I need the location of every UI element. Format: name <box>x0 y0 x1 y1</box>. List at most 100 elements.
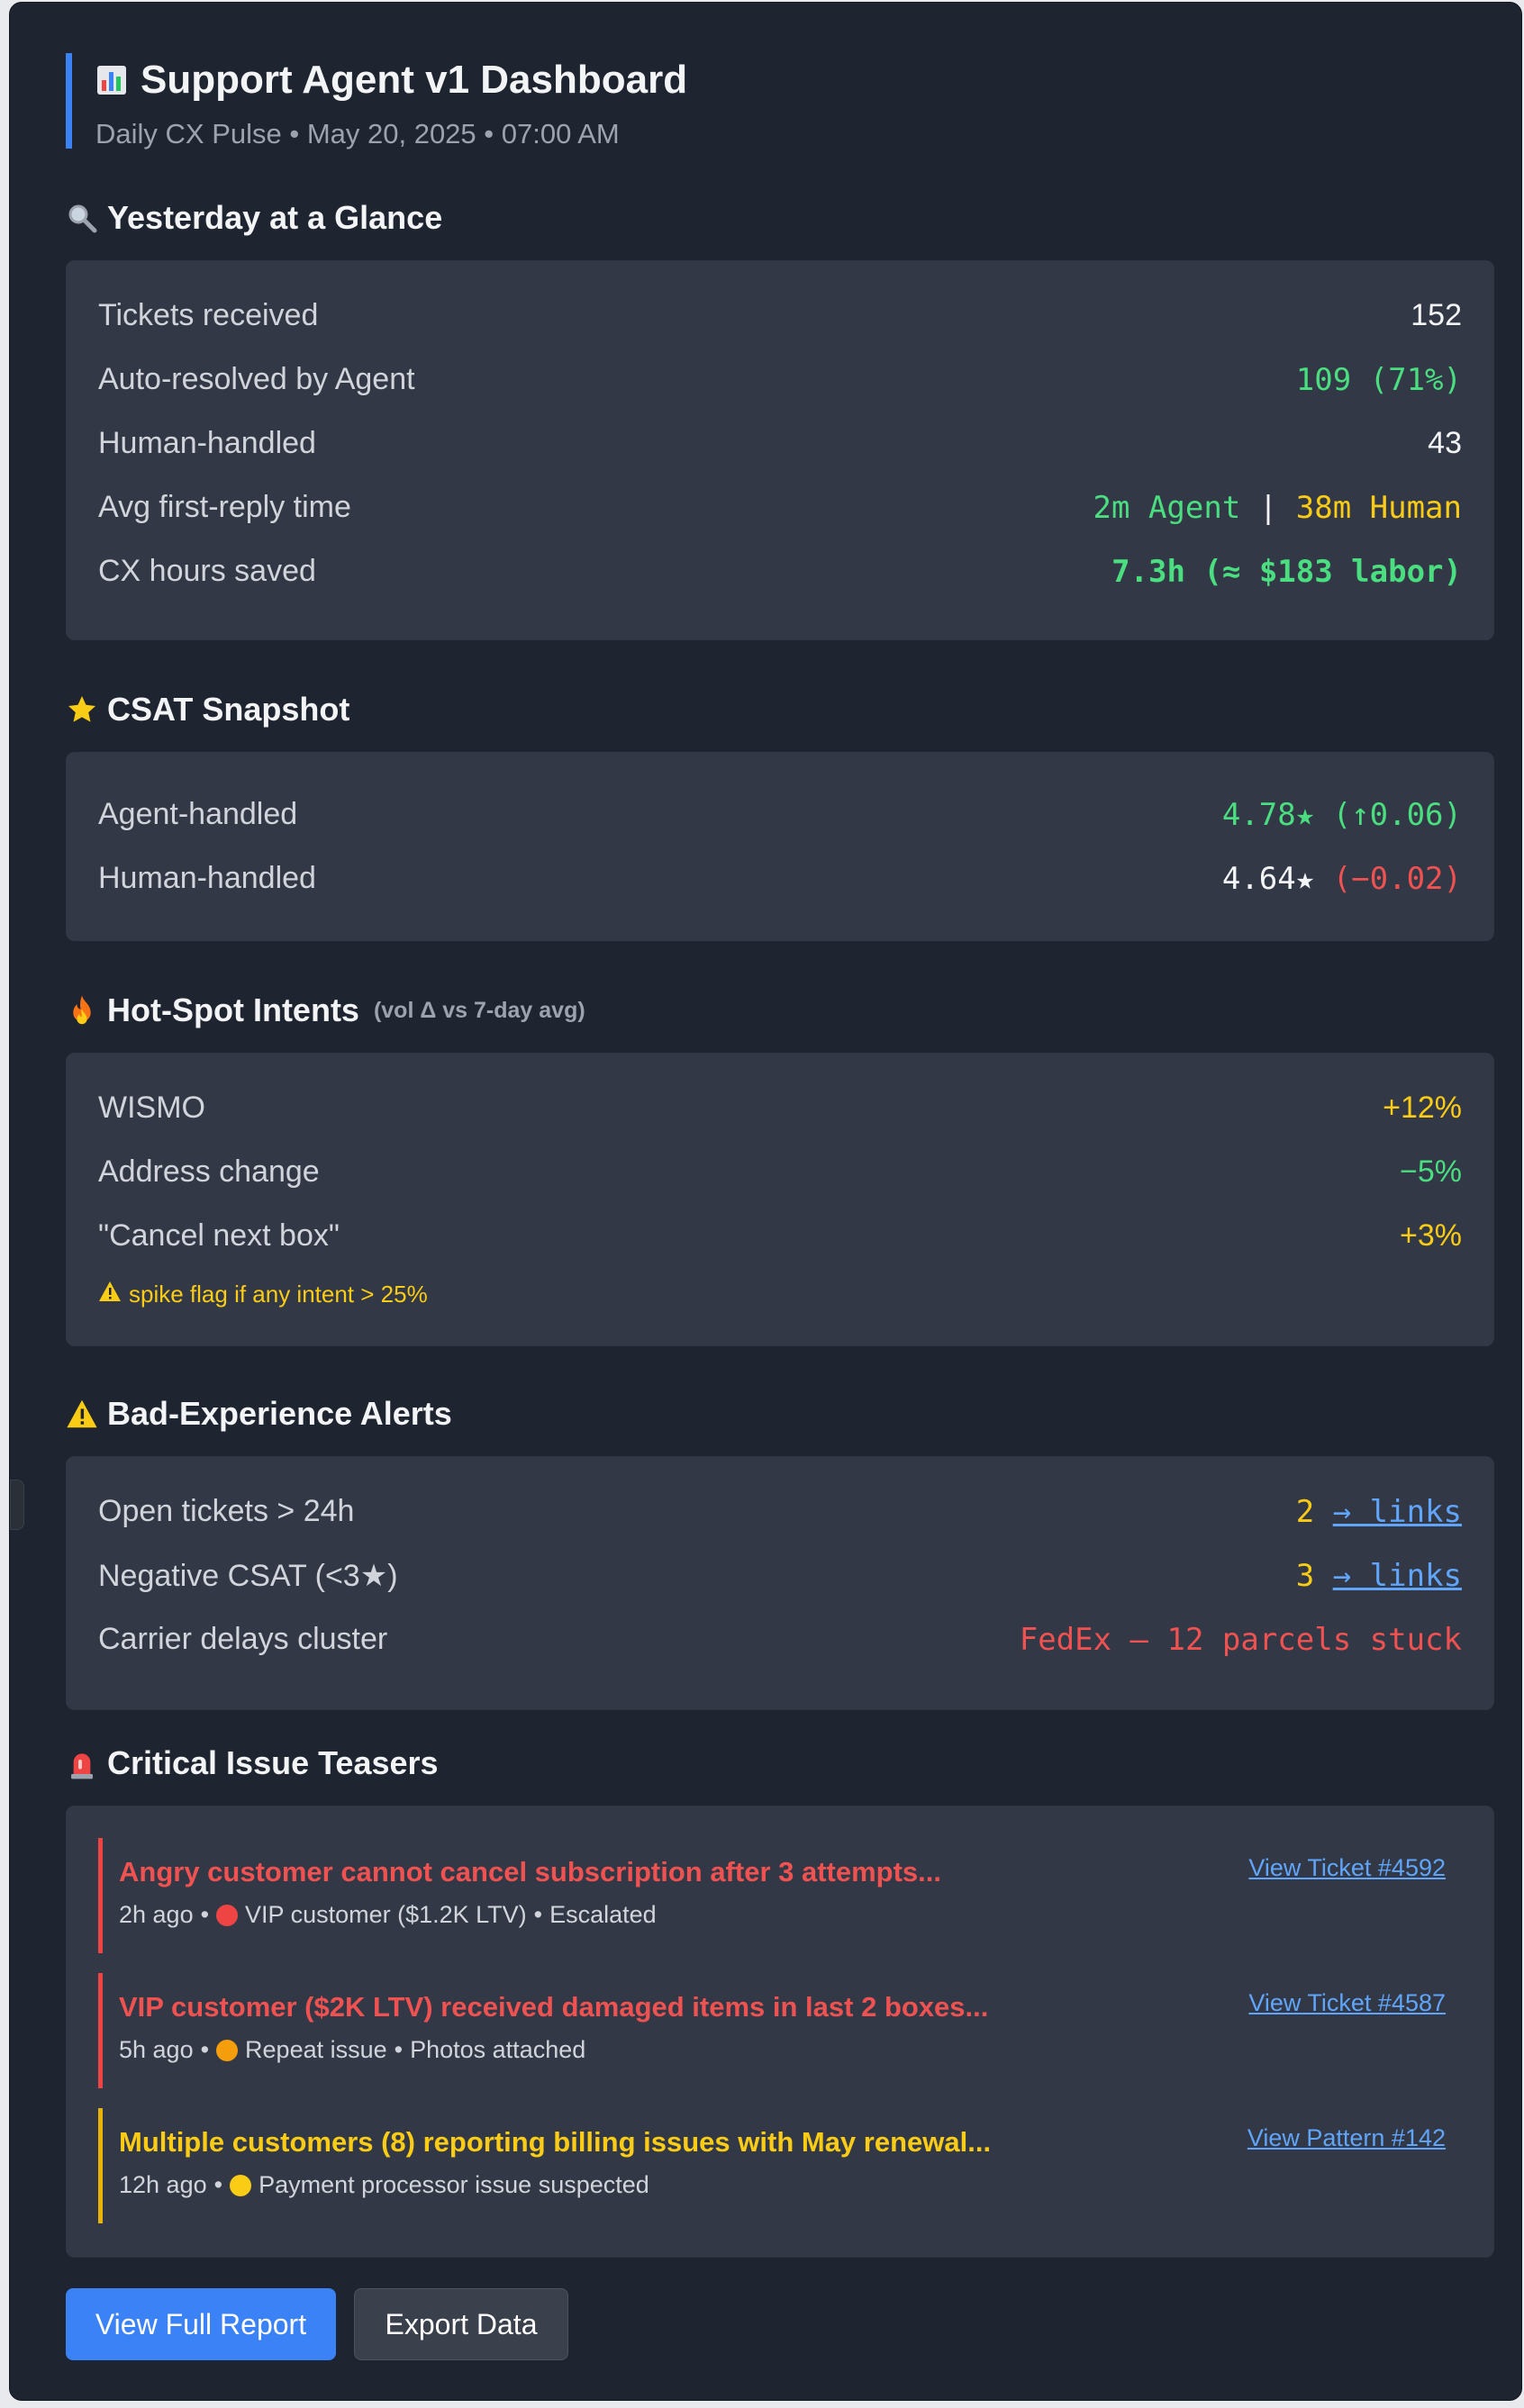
hotspot-label: Address change <box>98 1154 320 1189</box>
hotspot-title-text: Hot-Spot Intents <box>107 991 359 1028</box>
glance-card: Tickets received 152 Auto-resolved by Ag… <box>66 260 1494 640</box>
bullet-separator: • <box>533 1901 543 1928</box>
hotspot-value: −5% <box>1400 1154 1462 1189</box>
page-header: Support Agent v1 Dashboard Daily CX Puls… <box>66 53 1147 149</box>
alerts-label: Negative CSAT (<3★) <box>98 1558 398 1593</box>
fire-icon <box>66 994 98 1027</box>
hotspot-section-title: Hot-Spot Intents (vol Δ vs 7-day avg) <box>66 991 585 1029</box>
alerts-section-title: Bad-Experience Alerts <box>66 1395 452 1433</box>
red-circle-icon <box>216 1904 239 1926</box>
critical-section-title: Critical Issue Teasers <box>66 1744 439 1782</box>
critical-teaser: VIP customer ($2K LTV) received damaged … <box>98 1973 1462 2088</box>
alerts-value: 2 → links <box>1296 1494 1462 1530</box>
csat-delta: (−0.02) <box>1332 860 1462 897</box>
glance-row-hours-saved: CX hours saved 7.3h (≈ $183 labor) <box>98 539 1462 603</box>
bar-chart-icon <box>95 64 128 96</box>
alerts-value: FedEx — 12 parcels stuck <box>1019 1621 1462 1658</box>
glance-label: Avg first-reply time <box>98 490 351 524</box>
bullet-separator: • <box>200 2036 210 2063</box>
siren-icon <box>66 1747 98 1779</box>
alerts-count: 3 <box>1295 1557 1315 1594</box>
critical-title-text: Critical Issue Teasers <box>107 1744 439 1781</box>
page-title-text: Support Agent v1 Dashboard <box>141 58 688 102</box>
teaser-meta: 5h ago • Repeat issue • Photos attached <box>119 2036 1462 2064</box>
bullet-separator: • <box>394 2036 404 2063</box>
human-reply-time: 38m Human <box>1295 489 1462 526</box>
teaser-time: 5h ago <box>119 2036 194 2063</box>
glance-section-title: Yesterday at a Glance <box>66 199 442 237</box>
export-data-button[interactable]: Export Data <box>354 2288 568 2360</box>
alerts-value: 3 → links <box>1296 1558 1462 1594</box>
teaser-time: 12h ago <box>119 2171 207 2198</box>
alerts-count: 2 <box>1295 1493 1315 1530</box>
yellow-circle-icon <box>230 2174 252 2196</box>
bullet-separator: • <box>200 1901 210 1928</box>
csat-score: 4.78★ <box>1221 796 1315 833</box>
glance-title-text: Yesterday at a Glance <box>107 199 443 236</box>
csat-section-title: CSAT Snapshot <box>66 691 349 729</box>
critical-teaser: Multiple customers (8) reporting billing… <box>98 2108 1462 2223</box>
orange-circle-icon <box>216 2039 239 2061</box>
dashboard-window: Support Agent v1 Dashboard Daily CX Puls… <box>9 2 1522 2401</box>
agent-reply-time: 2m Agent <box>1093 489 1241 526</box>
alerts-title-text: Bad-Experience Alerts <box>107 1395 452 1432</box>
teaser-extra: Photos attached <box>410 2036 586 2063</box>
spike-flag-note: spike flag if any intent > 25% <box>98 1281 1462 1308</box>
bullet-separator: • <box>213 2171 223 2198</box>
view-ticket-link[interactable]: View Ticket #4592 <box>1248 1854 1446 1882</box>
reply-time-separator: | <box>1258 489 1278 526</box>
glance-value: 2m Agent | 38m Human <box>1093 490 1462 526</box>
hotspot-value: +12% <box>1383 1091 1462 1125</box>
teaser-meta: 12h ago • Payment processor issue suspec… <box>119 2171 1462 2199</box>
teaser-extra: Escalated <box>549 1901 657 1928</box>
hotspot-card: WISMO +12% Address change −5% "Cancel ne… <box>66 1053 1494 1346</box>
glance-label: Human-handled <box>98 426 316 460</box>
critical-teaser: Angry customer cannot cancel subscriptio… <box>98 1838 1462 1953</box>
glance-row-first-reply: Avg first-reply time 2m Agent | 38m Huma… <box>98 475 1462 539</box>
hotspot-row-address-change: Address change −5% <box>98 1140 1462 1204</box>
csat-value: 4.78★ (↑0.06) <box>1222 797 1462 833</box>
glance-label: Tickets received <box>98 298 319 332</box>
glance-value: 43 <box>1428 426 1462 460</box>
warning-icon <box>98 1281 122 1308</box>
hotspot-row-cancel-box: "Cancel next box" +3% <box>98 1204 1462 1268</box>
view-pattern-link[interactable]: View Pattern #142 <box>1247 2124 1446 2152</box>
csat-row-human: Human-handled 4.64★ (−0.02) <box>98 846 1462 910</box>
glance-row-human-handled: Human-handled 43 <box>98 412 1462 475</box>
page-subtitle: Daily CX Pulse • May 20, 2025 • 07:00 AM <box>95 118 620 149</box>
alerts-label: Open tickets > 24h <box>98 1494 355 1528</box>
teaser-time: 2h ago <box>119 1901 194 1928</box>
magnifier-icon <box>66 202 98 234</box>
csat-row-agent: Agent-handled 4.78★ (↑0.06) <box>98 783 1462 846</box>
csat-label: Agent-handled <box>98 797 298 831</box>
csat-value: 4.64★ (−0.02) <box>1222 861 1462 897</box>
star-icon <box>66 693 98 726</box>
critical-card: Angry customer cannot cancel subscriptio… <box>66 1806 1494 2258</box>
hotspot-row-wismo: WISMO +12% <box>98 1076 1462 1140</box>
alerts-row-open-tickets: Open tickets > 24h 2 → links <box>98 1480 1462 1543</box>
csat-score: 4.64★ <box>1221 860 1315 897</box>
teaser-tag: Payment processor issue suspected <box>259 2171 649 2198</box>
hotspot-value: +3% <box>1400 1218 1462 1253</box>
glance-row-tickets: Tickets received 152 <box>98 284 1462 348</box>
teaser-tag: VIP customer ($1.2K LTV) <box>245 1901 527 1928</box>
warning-icon <box>66 1398 98 1430</box>
alerts-link[interactable]: → links <box>1333 1494 1462 1530</box>
csat-title-text: CSAT Snapshot <box>107 691 350 728</box>
glance-value: 152 <box>1411 298 1462 332</box>
view-full-report-button[interactable]: View Full Report <box>66 2288 336 2360</box>
teaser-tag: Repeat issue <box>245 2036 387 2063</box>
glance-label: Auto-resolved by Agent <box>98 362 415 396</box>
view-ticket-link[interactable]: View Ticket #4587 <box>1248 1989 1446 2017</box>
glance-value: 7.3h (≈ $183 labor) <box>1111 553 1462 590</box>
alerts-card: Open tickets > 24h 2 → links Negative CS… <box>66 1456 1494 1710</box>
teaser-meta: 2h ago • VIP customer ($1.2K LTV) • Esca… <box>119 1901 1462 1929</box>
csat-card: Agent-handled 4.78★ (↑0.06) Human-handle… <box>66 752 1494 941</box>
alerts-link[interactable]: → links <box>1333 1558 1462 1594</box>
alerts-row-carrier-delays: Carrier delays cluster FedEx — 12 parcel… <box>98 1607 1462 1671</box>
glance-value: 109 (71%) <box>1295 361 1462 398</box>
spike-flag-text: spike flag if any intent > 25% <box>129 1281 428 1308</box>
resize-handle[interactable] <box>10 1480 24 1530</box>
glance-label: CX hours saved <box>98 554 316 588</box>
page-title: Support Agent v1 Dashboard <box>95 60 1147 100</box>
